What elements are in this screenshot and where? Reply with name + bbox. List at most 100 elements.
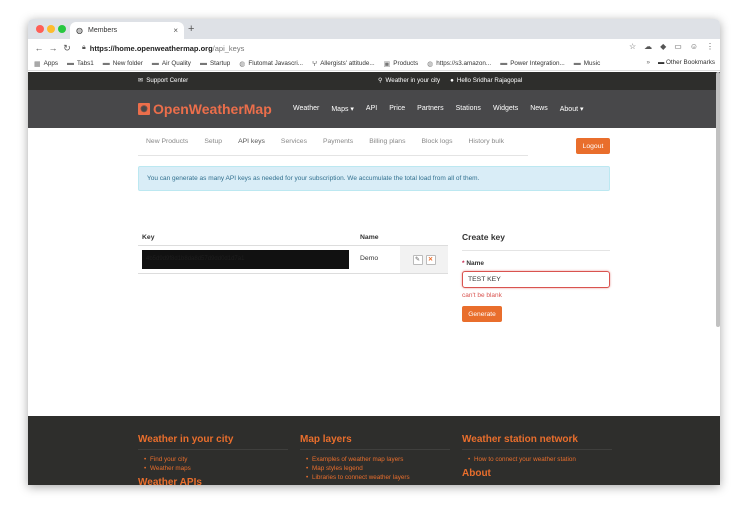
tab-title: Members <box>87 27 118 34</box>
nav-about[interactable]: About ▾ <box>560 105 584 113</box>
bookmark-music[interactable]: ▬ Music <box>574 60 600 67</box>
tab-strip: ◍ Members × + <box>28 19 720 39</box>
divider <box>462 250 610 251</box>
nav-stations[interactable]: Stations <box>456 105 481 113</box>
user-greeting-link[interactable]: ● Hello Sridhar Rajagopal <box>450 77 522 84</box>
page-scrollbar[interactable] <box>716 72 720 327</box>
api-keys-table: Key Name 4b5d9d9f8d1b8da8d57d9dd0d1d7a1 … <box>138 230 448 274</box>
subnav-billing-plans[interactable]: Billing plans <box>369 138 405 155</box>
footer-title-weather-apis: Weather APIs <box>138 477 202 485</box>
footer-col-weather-city: Weather in your city Find your city Weat… <box>138 434 288 485</box>
star-icon[interactable]: ☆ <box>629 42 636 51</box>
nav-widgets[interactable]: Widgets <box>493 105 518 113</box>
bookmark-new-folder[interactable]: ▬ New folder <box>103 60 143 67</box>
folder-icon: ▬ <box>657 59 665 66</box>
footer-link-map-libraries[interactable]: Libraries to connect weather layers <box>306 474 450 481</box>
row-actions: ✎ ✕ <box>400 246 448 273</box>
logout-button[interactable]: Logout <box>576 138 610 154</box>
footer-col-map-layers: Map layers Examples of weather map layer… <box>300 434 450 483</box>
bookmarks-overflow-button[interactable]: » <box>646 59 650 66</box>
subnav-payments[interactable]: Payments <box>323 138 353 155</box>
folder-icon: ▬ <box>151 60 159 67</box>
bookmarks-right: » ▬ Other Bookmarks <box>642 59 715 66</box>
bookmark-air-quality[interactable]: ▬ Air Quality <box>152 60 191 67</box>
nav-maps[interactable]: Maps ▾ <box>331 105 354 113</box>
bookmarks-bar: ▦ Apps ▬ Tabs1 ▬ New folder ▬ Air Quality ▬ S… <box>28 57 720 71</box>
main-nav: Weather Maps ▾ API Price Partners Statio… <box>293 105 584 113</box>
folder-icon: ▬ <box>102 60 110 67</box>
maximize-window-button[interactable] <box>58 25 66 33</box>
create-key-title: Create key <box>462 232 506 242</box>
cloud-icon[interactable]: ☁ <box>644 42 652 51</box>
folder-icon: ▬ <box>573 60 581 67</box>
footer-link-map-legend[interactable]: Map styles legend <box>306 465 450 472</box>
bookmark-startup[interactable]: ▬ Startup <box>200 60 230 67</box>
menu-icon[interactable]: ⋮ <box>706 42 714 51</box>
address-toolbar: ← → ↻ 🔒︎ https://home.openweathermap.org… <box>28 39 720 57</box>
bookmark-apps[interactable]: ▦ Apps <box>34 60 58 68</box>
footer-title-station-network: Weather station network <box>462 434 612 450</box>
generate-button[interactable]: Generate <box>462 306 502 322</box>
bookmark-power-integration[interactable]: ▬ Power Integration... <box>500 60 565 67</box>
user-icon: ● <box>450 77 454 84</box>
bookmark-tabs1[interactable]: ▬ Tabs1 <box>67 60 94 67</box>
site-logo[interactable]: ✺ OpenWeatherMap <box>138 101 272 117</box>
other-bookmarks[interactable]: Other Bookmarks <box>666 59 715 66</box>
footer-link-connect-station[interactable]: How to connect your weather station <box>468 456 612 463</box>
subnav-services[interactable]: Services <box>281 138 307 155</box>
search-icon: ⚲ <box>378 77 383 84</box>
globe-icon: ◍ <box>239 60 246 68</box>
key-name-input[interactable] <box>462 271 610 288</box>
mail-icon: ✉ <box>138 77 144 84</box>
support-center-link[interactable]: ✉ Support Center <box>138 77 188 84</box>
nav-weather[interactable]: Weather <box>293 105 319 113</box>
sun-logo-icon: ✺ <box>138 103 150 115</box>
footer-link-map-examples[interactable]: Examples of weather map layers <box>306 456 450 463</box>
browser-window: ◍ Members × + ← → ↻ 🔒︎ https://home.open… <box>28 19 720 485</box>
footer-link-find-city[interactable]: Find your city <box>144 456 288 463</box>
extension-icon[interactable]: ◆ <box>660 42 666 51</box>
table-row: 4b5d9d9f8d1b8da8d57d9dd0d1d7a1 Demo ✎ ✕ <box>138 246 448 274</box>
cast-icon[interactable]: ▭ <box>674 42 682 51</box>
subnav-new-products[interactable]: New Products <box>146 138 188 155</box>
account-subnav: New Products Setup API keys Services Pay… <box>138 138 528 156</box>
forward-arrow-icon[interactable]: → <box>46 43 60 53</box>
apps-grid-icon: ▦ <box>34 60 41 68</box>
bookmark-products[interactable]: ▣ Products <box>384 60 418 68</box>
close-tab-icon[interactable]: × <box>173 26 178 35</box>
info-alert: You can generate as many API keys as nee… <box>138 166 610 191</box>
globe-icon: ◍ <box>76 26 83 35</box>
new-tab-button[interactable]: + <box>188 23 194 35</box>
reload-icon[interactable]: ↻ <box>60 43 74 54</box>
footer-title-map-layers: Map layers <box>300 434 450 450</box>
subnav-history-bulk[interactable]: History bulk <box>468 138 504 155</box>
web-page: ✉ Support Center ⚲ Weather in your city ● H… <box>28 72 720 485</box>
minimize-window-button[interactable] <box>47 25 55 33</box>
footer-link-weather-maps[interactable]: Weather maps <box>144 465 288 472</box>
subnav-block-logs[interactable]: Block logs <box>421 138 452 155</box>
api-key-name: Demo <box>360 255 379 262</box>
bookmark-s3-amazon[interactable]: ◍ https://s3.amazon... <box>427 60 491 68</box>
address-bar[interactable]: https://home.openweathermap.org/api_keys <box>90 44 245 53</box>
bookmark-allergists[interactable]: ⵖ Allergists' attitude... <box>312 60 375 68</box>
column-header-key: Key <box>142 234 155 241</box>
lock-icon[interactable]: 🔒︎ <box>82 44 86 52</box>
close-window-button[interactable] <box>36 25 44 33</box>
tab-members[interactable]: ◍ Members × <box>70 22 184 39</box>
delete-icon[interactable]: ✕ <box>425 254 436 265</box>
nav-api[interactable]: API <box>366 105 377 113</box>
nav-partners[interactable]: Partners <box>417 105 443 113</box>
back-arrow-icon[interactable]: ← <box>32 43 46 53</box>
nav-price[interactable]: Price <box>389 105 405 113</box>
subnav-api-keys[interactable]: API keys <box>238 138 265 155</box>
create-key-form: Create key * Name can't be blank Generat… <box>462 232 610 322</box>
toolbar-icons: ☆ ☁ ◆ ▭ ☺ ⋮ <box>629 42 714 51</box>
site-header: ✺ OpenWeatherMap Weather Maps ▾ API Pric… <box>28 90 720 128</box>
subnav-setup[interactable]: Setup <box>204 138 222 155</box>
profile-icon[interactable]: ☺ <box>690 42 698 51</box>
weather-city-link[interactable]: ⚲ Weather in your city <box>378 77 440 84</box>
document-icon: ▣ <box>383 60 391 68</box>
nav-news[interactable]: News <box>530 105 548 113</box>
edit-icon[interactable]: ✎ <box>412 254 423 265</box>
bookmark-flutomat[interactable]: ◍ Flutomat Javascri... <box>239 60 303 68</box>
